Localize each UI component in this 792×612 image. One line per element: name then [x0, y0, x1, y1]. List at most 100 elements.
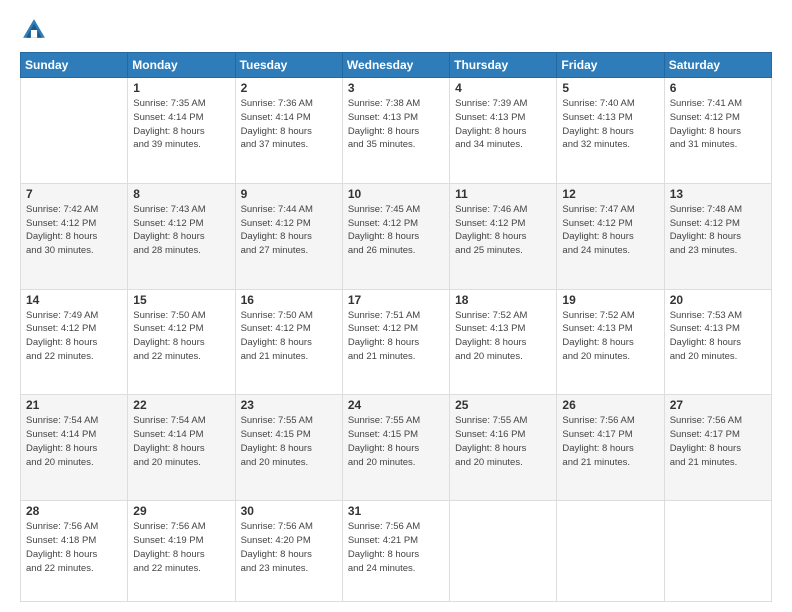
day-header-tuesday: Tuesday [235, 53, 342, 78]
calendar-cell: 13Sunrise: 7:48 AMSunset: 4:12 PMDayligh… [664, 183, 771, 289]
day-number: 15 [133, 293, 229, 307]
day-info: Sunrise: 7:56 AMSunset: 4:21 PMDaylight:… [348, 520, 444, 575]
logo [20, 16, 52, 44]
calendar-cell: 9Sunrise: 7:44 AMSunset: 4:12 PMDaylight… [235, 183, 342, 289]
calendar-cell: 10 Sunrise: 7:45 AMSunset: 4:12 PMDayligh… [342, 183, 449, 289]
logo-icon [20, 16, 48, 44]
calendar-cell: 24 Sunrise: 7:55 AMSunset: 4:15 PMDayligh… [342, 395, 449, 501]
day-info: Sunrise: 7:54 AMSunset: 4:14 PMDaylight:… [133, 414, 229, 469]
calendar-week-row: 14 Sunrise: 7:49 AMSunset: 4:12 PMDayligh… [21, 289, 772, 395]
day-header-wednesday: Wednesday [342, 53, 449, 78]
day-info: Sunrise: 7:36 AMSunset: 4:14 PMDaylight:… [241, 97, 337, 152]
day-number: 30 [241, 504, 337, 518]
calendar-cell: 5 Sunrise: 7:40 AMSunset: 4:13 PMDaylight… [557, 78, 664, 184]
calendar-week-row: 7Sunrise: 7:42 AMSunset: 4:12 PMDaylight… [21, 183, 772, 289]
header [20, 16, 772, 44]
calendar-cell: 20Sunrise: 7:53 AMSunset: 4:13 PMDayligh… [664, 289, 771, 395]
day-number: 2 [241, 81, 337, 95]
calendar-cell: 14 Sunrise: 7:49 AMSunset: 4:12 PMDayligh… [21, 289, 128, 395]
calendar-cell: 2 Sunrise: 7:36 AMSunset: 4:14 PMDaylight… [235, 78, 342, 184]
day-header-sunday: Sunday [21, 53, 128, 78]
day-number: 29 [133, 504, 229, 518]
day-info: Sunrise: 7:55 AMSunset: 4:15 PMDaylight:… [241, 414, 337, 469]
day-info: Sunrise: 7:45 AMSunset: 4:12 PMDaylight:… [348, 203, 444, 258]
day-info: Sunrise: 7:52 AMSunset: 4:13 PMDaylight:… [455, 309, 551, 364]
calendar-cell: 23 Sunrise: 7:55 AMSunset: 4:15 PMDayligh… [235, 395, 342, 501]
day-info: Sunrise: 7:38 AMSunset: 4:13 PMDaylight:… [348, 97, 444, 152]
day-info: Sunrise: 7:55 AMSunset: 4:16 PMDaylight:… [455, 414, 551, 469]
day-number: 27 [670, 398, 766, 412]
calendar-cell: 19Sunrise: 7:52 AMSunset: 4:13 PMDayligh… [557, 289, 664, 395]
day-header-friday: Friday [557, 53, 664, 78]
calendar-cell: 29 Sunrise: 7:56 AMSunset: 4:19 PMDayligh… [128, 501, 235, 602]
calendar-week-row: 21 Sunrise: 7:54 AMSunset: 4:14 PMDayligh… [21, 395, 772, 501]
calendar-cell: 16 Sunrise: 7:50 AMSunset: 4:12 PMDayligh… [235, 289, 342, 395]
day-number: 10 [348, 187, 444, 201]
calendar-header-row: SundayMondayTuesdayWednesdayThursdayFrid… [21, 53, 772, 78]
calendar-cell: 31 Sunrise: 7:56 AMSunset: 4:21 PMDayligh… [342, 501, 449, 602]
day-header-monday: Monday [128, 53, 235, 78]
day-info: Sunrise: 7:50 AMSunset: 4:12 PMDaylight:… [133, 309, 229, 364]
day-info: Sunrise: 7:51 AMSunset: 4:12 PMDaylight:… [348, 309, 444, 364]
day-info: Sunrise: 7:56 AMSunset: 4:20 PMDaylight:… [241, 520, 337, 575]
day-info: Sunrise: 7:49 AMSunset: 4:12 PMDaylight:… [26, 309, 122, 364]
day-info: Sunrise: 7:47 AMSunset: 4:12 PMDaylight:… [562, 203, 658, 258]
day-number: 26 [562, 398, 658, 412]
calendar-cell: 25 Sunrise: 7:55 AMSunset: 4:16 PMDayligh… [450, 395, 557, 501]
day-info: Sunrise: 7:40 AMSunset: 4:13 PMDaylight:… [562, 97, 658, 152]
day-info: Sunrise: 7:39 AMSunset: 4:13 PMDaylight:… [455, 97, 551, 152]
day-info: Sunrise: 7:55 AMSunset: 4:15 PMDaylight:… [348, 414, 444, 469]
day-number: 14 [26, 293, 122, 307]
calendar-cell [664, 501, 771, 602]
day-header-saturday: Saturday [664, 53, 771, 78]
day-number: 13 [670, 187, 766, 201]
day-number: 16 [241, 293, 337, 307]
calendar-cell: 18Sunrise: 7:52 AMSunset: 4:13 PMDayligh… [450, 289, 557, 395]
calendar-cell: 21 Sunrise: 7:54 AMSunset: 4:14 PMDayligh… [21, 395, 128, 501]
day-number: 12 [562, 187, 658, 201]
calendar-cell: 17 Sunrise: 7:51 AMSunset: 4:12 PMDayligh… [342, 289, 449, 395]
calendar-week-row: 1 Sunrise: 7:35 AMSunset: 4:14 PMDaylight… [21, 78, 772, 184]
calendar-cell: 28Sunrise: 7:56 AMSunset: 4:18 PMDayligh… [21, 501, 128, 602]
calendar-cell: 12 Sunrise: 7:47 AMSunset: 4:12 PMDayligh… [557, 183, 664, 289]
day-info: Sunrise: 7:41 AMSunset: 4:12 PMDaylight:… [670, 97, 766, 152]
day-info: Sunrise: 7:56 AMSunset: 4:17 PMDaylight:… [562, 414, 658, 469]
day-number: 19 [562, 293, 658, 307]
day-number: 24 [348, 398, 444, 412]
calendar-cell [557, 501, 664, 602]
day-info: Sunrise: 7:46 AMSunset: 4:12 PMDaylight:… [455, 203, 551, 258]
day-info: Sunrise: 7:35 AMSunset: 4:14 PMDaylight:… [133, 97, 229, 152]
day-header-thursday: Thursday [450, 53, 557, 78]
day-number: 8 [133, 187, 229, 201]
day-info: Sunrise: 7:50 AMSunset: 4:12 PMDaylight:… [241, 309, 337, 364]
day-info: Sunrise: 7:56 AMSunset: 4:19 PMDaylight:… [133, 520, 229, 575]
calendar-cell: 22 Sunrise: 7:54 AMSunset: 4:14 PMDayligh… [128, 395, 235, 501]
day-number: 23 [241, 398, 337, 412]
day-info: Sunrise: 7:56 AMSunset: 4:17 PMDaylight:… [670, 414, 766, 469]
day-number: 31 [348, 504, 444, 518]
calendar-cell: 8Sunrise: 7:43 AMSunset: 4:12 PMDaylight… [128, 183, 235, 289]
calendar-cell: 30 Sunrise: 7:56 AMSunset: 4:20 PMDayligh… [235, 501, 342, 602]
day-number: 6 [670, 81, 766, 95]
calendar-cell [21, 78, 128, 184]
day-info: Sunrise: 7:54 AMSunset: 4:14 PMDaylight:… [26, 414, 122, 469]
calendar-week-row: 28Sunrise: 7:56 AMSunset: 4:18 PMDayligh… [21, 501, 772, 602]
day-info: Sunrise: 7:56 AMSunset: 4:18 PMDaylight:… [26, 520, 122, 575]
day-number: 21 [26, 398, 122, 412]
day-number: 22 [133, 398, 229, 412]
calendar-cell: 11Sunrise: 7:46 AMSunset: 4:12 PMDayligh… [450, 183, 557, 289]
calendar-cell: 26 Sunrise: 7:56 AMSunset: 4:17 PMDayligh… [557, 395, 664, 501]
calendar-cell: 7Sunrise: 7:42 AMSunset: 4:12 PMDaylight… [21, 183, 128, 289]
calendar-cell: 4 Sunrise: 7:39 AMSunset: 4:13 PMDaylight… [450, 78, 557, 184]
day-number: 25 [455, 398, 551, 412]
day-number: 4 [455, 81, 551, 95]
day-number: 20 [670, 293, 766, 307]
page: SundayMondayTuesdayWednesdayThursdayFrid… [0, 0, 792, 612]
day-number: 17 [348, 293, 444, 307]
day-info: Sunrise: 7:42 AMSunset: 4:12 PMDaylight:… [26, 203, 122, 258]
calendar-cell: 27 Sunrise: 7:56 AMSunset: 4:17 PMDayligh… [664, 395, 771, 501]
calendar-cell: 15 Sunrise: 7:50 AMSunset: 4:12 PMDayligh… [128, 289, 235, 395]
day-number: 1 [133, 81, 229, 95]
day-number: 5 [562, 81, 658, 95]
calendar-cell: 3Sunrise: 7:38 AMSunset: 4:13 PMDaylight… [342, 78, 449, 184]
